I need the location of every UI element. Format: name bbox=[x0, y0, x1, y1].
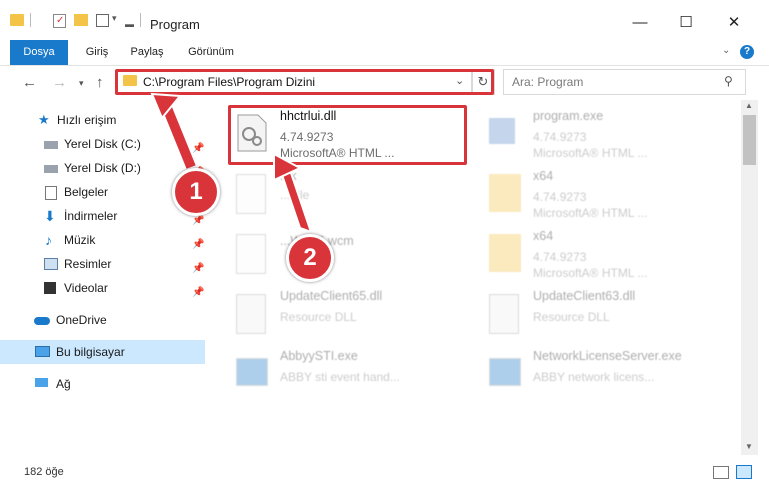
callout-1-badge: 1 bbox=[172, 168, 220, 216]
annotation-arrows bbox=[150, 92, 313, 234]
callout-2-badge: 2 bbox=[286, 234, 334, 282]
